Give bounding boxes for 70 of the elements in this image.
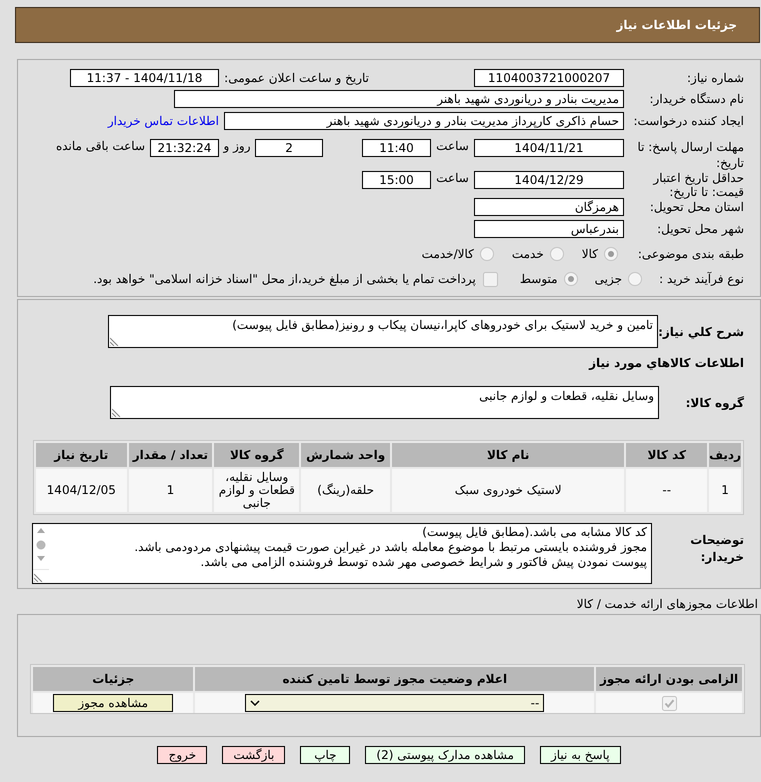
column-header: جزئیات: [33, 667, 194, 691]
column-header: ردیف: [709, 443, 741, 467]
field-label: شماره نیاز:: [686, 71, 744, 85]
section-title: اطلاعات مجوزهای ارائه خدمت / کالا: [576, 597, 758, 611]
table-cell: حلقه(رینگ): [301, 469, 390, 512]
goods-group-field[interactable]: وسایل نقلیه، قطعات و لوازم جانبی: [110, 386, 659, 419]
field-label: نوع فرآیند خرید :: [658, 272, 744, 286]
field-label: شرح کلي نیاز:: [658, 324, 744, 338]
status-select[interactable]: --: [245, 694, 544, 712]
announcement-date-field[interactable]: 1404/11/18 - 11:37: [70, 69, 219, 87]
column-header: کد کالا: [626, 443, 708, 467]
validity-time-field[interactable]: 15:00: [362, 171, 431, 189]
buyer-notes-field[interactable]: کد کالا مشابه می باشد.(مطابق فایل پیوست) مجوز فروشنده بایستی مرتبط با موضوع معامله باشد در غیراین صورت قیمت پیشنهادی مردودمی باشد. پیوست نمودن پیش فاکتور و شرایط خصوصی مهر شده توسط فروشنده الزامی می باشد.: [32, 523, 652, 584]
table-cell: لاستیک خودروی سبک: [392, 469, 624, 512]
need-number-field[interactable]: 1104003721000207: [474, 69, 624, 87]
column-header: الزامی بودن ارائه مجوز: [596, 667, 742, 691]
validity-date-field[interactable]: 1404/12/29: [474, 171, 624, 189]
field-label: مهلت ارسال پاسخ: تا تاریخ:: [636, 139, 744, 171]
column-header: اعلام وضعیت مجوز توسط تامین کننده: [195, 667, 594, 691]
field-label: استان محل تحویل:: [648, 200, 744, 214]
resize-grip-icon[interactable]: [110, 337, 119, 346]
column-header: تاریخ نیاز: [36, 443, 127, 467]
table-cell: وسایل نقلیه، قطعات و لوازم جانبی: [214, 469, 300, 512]
contact-link[interactable]: اطلاعات تماس خریدار: [108, 114, 219, 128]
field-label: گروه کالا:: [684, 396, 744, 410]
radio-option[interactable]: جزیی: [594, 272, 642, 286]
field-label: ساعت باقی مانده: [56, 139, 145, 153]
field-label: ساعت: [435, 139, 470, 153]
action-button[interactable]: خروج: [157, 746, 208, 764]
chevron-down-icon: [250, 700, 260, 706]
field-label: روز و: [222, 139, 252, 153]
field-label: توضیحات خریدار:: [689, 532, 744, 566]
action-button[interactable]: بازگشت: [222, 746, 286, 764]
view-license-button[interactable]: مشاهده مجوز: [53, 694, 174, 712]
field-label: طبقه بندی موضوعی:: [636, 247, 744, 261]
table-cell: 1: [709, 469, 741, 512]
section-heading: اطلاعات کالاهاي مورد نیاز: [589, 356, 744, 370]
treasury-checkbox[interactable]: پرداخت تمام یا بخشی از مبلغ خرید،از محل "اسناد خزانه اسلامی" خواهد بود.: [93, 272, 498, 286]
resize-grip-icon[interactable]: [112, 408, 121, 417]
radio-option[interactable]: کالا: [582, 247, 618, 261]
field-label: تاریخ و ساعت اعلان عمومی:: [223, 71, 369, 85]
resize-grip-icon[interactable]: [34, 573, 43, 582]
column-header: تعداد / مقدار: [128, 443, 212, 467]
field-label: حداقل تاریخ اعتبار قیمت: تا تاریخ:: [652, 171, 744, 199]
days-field[interactable]: 2: [255, 139, 323, 157]
table-cell: --: [626, 469, 708, 512]
table-cell: 1404/12/05: [36, 469, 127, 512]
field-label: نام دستگاه خریدار:: [648, 92, 744, 106]
summary-field[interactable]: تامین و خرید لاستیک برای خودروهای کاپرا،نیسان پیکاب و رونیز(مطابق فایل پیوست): [108, 315, 658, 348]
action-button[interactable]: چاپ: [300, 746, 350, 764]
column-header: نام کالا: [392, 443, 624, 467]
province-field[interactable]: هرمزگان: [474, 198, 624, 216]
page-title: جزئیات اطلاعات نیاز: [616, 18, 737, 32]
buyer-field[interactable]: مدیریت بنادر و دریانوردی شهید باهنر: [174, 90, 624, 108]
action-button[interactable]: پاسخ به نیاز: [540, 746, 621, 764]
deadline-date-field[interactable]: 1404/11/21: [474, 139, 624, 157]
radio-option[interactable]: متوسط: [520, 272, 578, 286]
remaining-time-field[interactable]: 21:32:24: [150, 139, 219, 157]
city-field[interactable]: بندرعباس: [474, 220, 624, 238]
field-label: ساعت: [435, 171, 470, 185]
table-cell: 1: [128, 469, 212, 512]
deadline-time-field[interactable]: 11:40: [362, 139, 431, 157]
field-label: شهر محل تحویل:: [656, 222, 744, 236]
action-button[interactable]: مشاهده مدارک پیوستی (2): [365, 746, 525, 764]
radio-option[interactable]: کالا/خدمت: [422, 247, 494, 261]
radio-option[interactable]: خدمت: [512, 247, 564, 261]
requester-field[interactable]: حسام ذاکری کارپرداز مدیریت بنادر و دریانوردی شهید باهنر: [224, 112, 624, 130]
field-label: ایجاد کننده درخواست:: [632, 114, 744, 128]
column-header: واحد شمارش: [301, 443, 390, 467]
column-header: گروه کالا: [214, 443, 300, 467]
